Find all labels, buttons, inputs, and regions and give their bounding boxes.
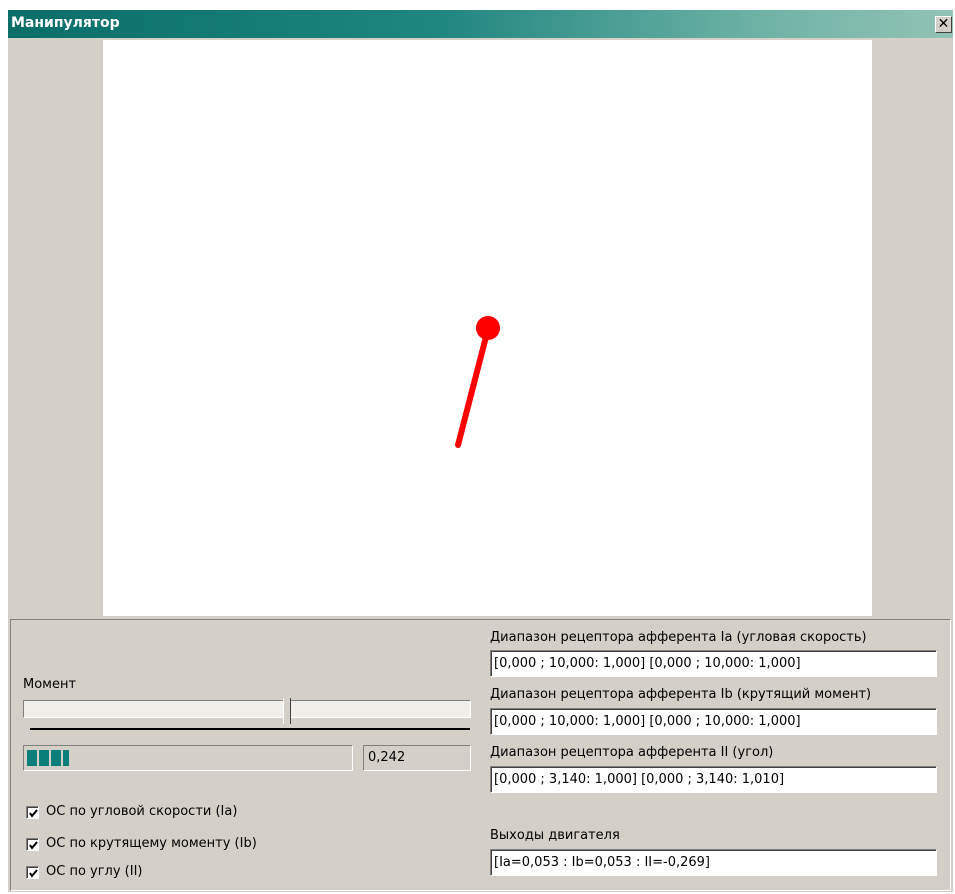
moment-progress-bar <box>23 745 353 771</box>
moment-label: Момент <box>23 677 77 692</box>
arm-link <box>455 330 490 448</box>
arm-joint <box>476 316 500 340</box>
moment-value: 0,242 <box>363 745 471 771</box>
motor-outputs-label: Выходы двигателя <box>490 828 620 843</box>
progress-fill <box>27 750 69 766</box>
arm-drawing <box>455 316 500 448</box>
close-icon: ✕ <box>937 16 950 32</box>
checkmark-icon <box>29 869 38 878</box>
checkmark-icon <box>29 809 38 818</box>
field-ia-input[interactable]: [0,000 ; 10,000: 1,000] [0,000 ; 10,000:… <box>490 650 937 677</box>
field-ib-input[interactable]: [0,000 ; 10,000: 1,000] [0,000 ; 10,000:… <box>490 708 937 735</box>
manipulator-window: Манипулятор ✕ Момент 0,242 ОС по угловой… <box>8 10 953 892</box>
motor-outputs-input[interactable]: [Ia=0,053 : Ib=0,053 : II=-0,269] <box>490 849 937 876</box>
field-ia-label: Диапазон рецептора афферента Ia (угловая… <box>490 630 867 645</box>
checkbox-ib-box[interactable] <box>26 838 39 851</box>
checkbox-ii-label: ОС по углу (II) <box>46 864 143 879</box>
checkbox-ia-box[interactable] <box>26 806 39 819</box>
checkbox-ia-label: ОС по угловой скорости (Ia) <box>46 804 238 819</box>
window-title: Манипулятор <box>11 15 120 31</box>
field-ii-input[interactable]: [0,000 ; 3,140: 1,000] [0,000 ; 3,140: 1… <box>490 766 937 793</box>
slider-tick-line <box>30 728 470 730</box>
close-button[interactable]: ✕ <box>935 16 952 33</box>
manipulator-canvas <box>103 40 872 616</box>
checkbox-ii-box[interactable] <box>26 866 39 879</box>
checkmark-icon <box>29 841 38 850</box>
checkbox-ib-label: ОС по крутящему моменту (Ib) <box>46 836 257 851</box>
field-ib-label: Диапазон рецептора афферента Ib (крутящи… <box>490 687 872 702</box>
moment-slider-track[interactable] <box>23 700 471 718</box>
title-bar[interactable]: Манипулятор ✕ <box>8 10 953 38</box>
field-ii-label: Диапазон рецептора афферента II (угол) <box>490 745 774 760</box>
moment-slider-thumb[interactable] <box>283 698 291 724</box>
